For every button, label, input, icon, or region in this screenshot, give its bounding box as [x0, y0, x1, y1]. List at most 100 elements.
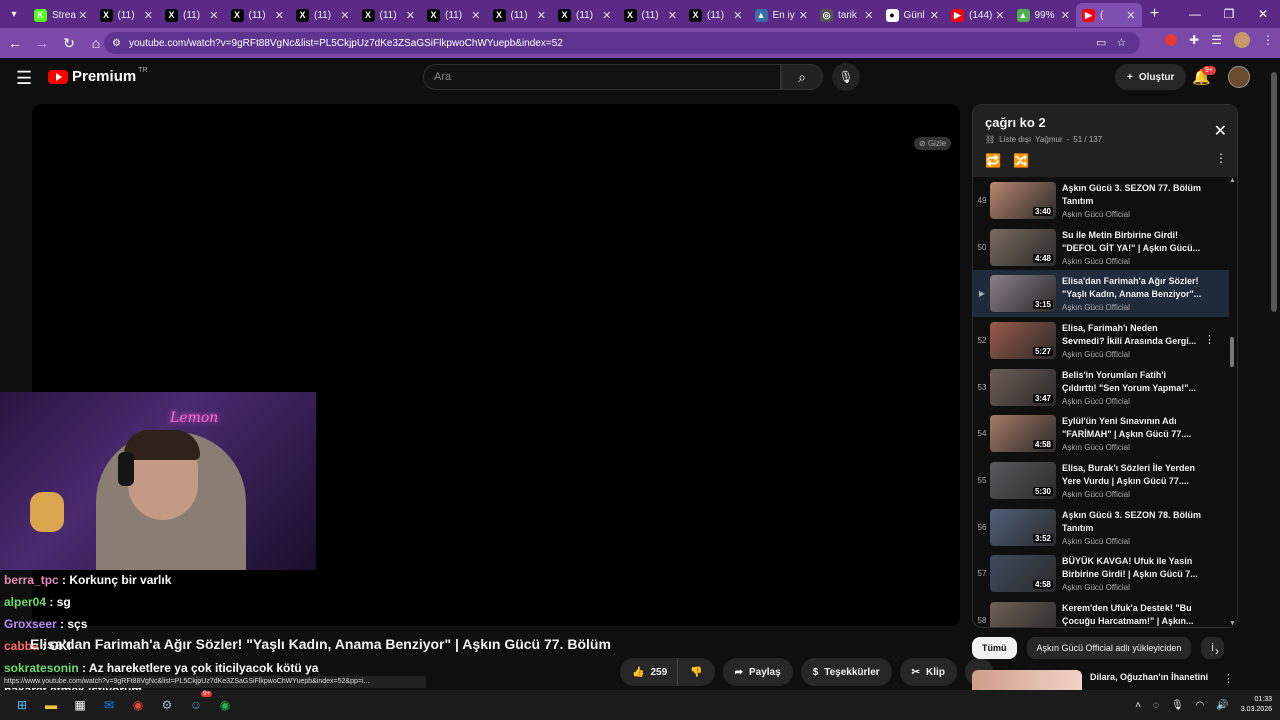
scroll-down-icon[interactable]: ▼	[1229, 620, 1236, 627]
voice-search-button[interactable]: 🎙	[832, 63, 860, 91]
playlist-item[interactable]: 57 4:58 BÜYÜK KAVGA! Ufuk ile Yasin Birbir…	[973, 551, 1229, 598]
youtube-logo[interactable]: Premium TR	[48, 67, 148, 85]
dislike-button[interactable]: 👎	[677, 658, 715, 686]
playlist-item-title[interactable]: Aşkın Gücü 3. SEZON 78. Bölüm Tanıtım	[1062, 509, 1202, 535]
playlist-item-title[interactable]: Kerem'den Ufuk'a Destek! "Bu Çocuğu Harc…	[1062, 602, 1202, 627]
playlist-item[interactable]: ▶ 3:15 Elisa'dan Farimah'a Ağır Sözler! "Y…	[973, 270, 1229, 318]
chrome-icon[interactable]: ◉	[126, 693, 150, 717]
new-tab-button[interactable]: +	[1142, 5, 1168, 23]
site-info-icon[interactable]: ⚙	[112, 38, 121, 49]
browser-tab[interactable]: X (11) ✕	[421, 3, 487, 27]
search-input[interactable]	[434, 71, 780, 83]
scroll-up-icon[interactable]: ▲	[1229, 177, 1236, 184]
page-scrollbar[interactable]	[1268, 58, 1280, 690]
chip-uploader[interactable]: Aşkın Gücü Official adlı yükleyiciden	[1026, 637, 1192, 659]
chip-partial[interactable]: İ	[1201, 637, 1224, 659]
store-icon[interactable]: ▦	[68, 693, 92, 717]
volume-icon[interactable]: 🔊	[1216, 700, 1228, 711]
chip-next-icon[interactable]: ›	[1215, 644, 1219, 658]
loop-icon[interactable]: 🔁	[985, 153, 1001, 169]
system-clock[interactable]: 01:33 3.03.2026	[1241, 695, 1272, 715]
reload-icon[interactable]: ↻	[57, 35, 81, 52]
recommendation-menu-icon[interactable]: ⋮	[1223, 672, 1234, 685]
hide-overlay-button[interactable]: ⊘ Gizle	[914, 137, 952, 150]
page-scroll-thumb[interactable]	[1271, 72, 1277, 312]
playlist-item[interactable]: 53 3:47 Belis'in Yorumları Fatih'i Çıldırt…	[973, 364, 1229, 411]
recommendation-item[interactable]: Dilara, Oğuzhan'ın İhanetini ⋮	[972, 670, 1238, 692]
chat-username[interactable]: Groxseer	[4, 617, 57, 631]
playlist-item[interactable]: 55 5:30 Elisa, Burak'ı Sözleri İle Yerden …	[973, 457, 1229, 504]
file-explorer-icon[interactable]: ▬	[39, 693, 63, 717]
browser-menu-icon[interactable]: ⋮	[1262, 33, 1274, 47]
browser-tab[interactable]: ▶ (✕	[1076, 3, 1142, 27]
browser-tab[interactable]: ◎ tarik ✕	[814, 3, 880, 27]
account-avatar[interactable]	[1228, 66, 1250, 88]
browser-tab[interactable]: X (11) ✕	[487, 3, 553, 27]
playlist-item[interactable]: 52 5:27 Elisa, Farimah'ı Neden Sevmedi? İk…	[973, 317, 1229, 364]
profile-avatar[interactable]	[1234, 32, 1250, 48]
browser-tab[interactable]: X (11) ✕	[290, 3, 356, 27]
chat-username[interactable]: berra_tpc	[4, 573, 59, 587]
close-tab-icon[interactable]: ✕	[340, 9, 349, 22]
playlist-scrollbar[interactable]: ▲ ▼	[1229, 177, 1236, 627]
close-tab-icon[interactable]: ✕	[995, 9, 1004, 22]
playlist-item[interactable]: 56 3:52 Aşkın Gücü 3. SEZON 78. Bölüm Tanı…	[973, 504, 1229, 551]
outlook-icon[interactable]: ✉	[97, 693, 121, 717]
browser-tab[interactable]: X (11) ✕	[552, 3, 618, 27]
playlist-item-title[interactable]: Elisa'dan Farimah'a Ağır Sözler! "Yaşlı …	[1062, 275, 1202, 301]
playlist-menu-icon[interactable]: ⋮	[1215, 151, 1227, 165]
clip-button[interactable]: ✂ Klip	[899, 658, 957, 686]
tray-app-icon[interactable]: ◌	[1153, 700, 1159, 711]
chat-username[interactable]: alper04	[4, 595, 46, 609]
close-tab-icon[interactable]: ✕	[275, 9, 284, 22]
playlist-item-thumbnail[interactable]: 4:58	[990, 415, 1056, 453]
browser-tab[interactable]: K Strea ✕	[28, 3, 94, 27]
discord-icon[interactable]: ☺ 9+	[184, 691, 212, 717]
close-window-icon[interactable]: ✕	[1246, 7, 1280, 21]
browser-tab[interactable]: ● Günl ✕	[880, 3, 946, 27]
url-field[interactable]: ⚙ youtube.com/watch?v=9gRFt88VgNc&list=P…	[104, 32, 1140, 54]
recommendation-title[interactable]: Dilara, Oğuzhan'ın İhanetini	[1090, 672, 1215, 690]
playlist-item-thumbnail[interactable]: 3:52	[990, 508, 1056, 546]
playlist-item-thumbnail[interactable]: 4:48	[990, 228, 1056, 266]
close-playlist-icon[interactable]: ✕	[1214, 121, 1227, 141]
steam-icon[interactable]: ⚙	[155, 693, 179, 717]
playlist-owner[interactable]: Yağmur	[1035, 135, 1062, 144]
playlist-item-title[interactable]: Belis'in Yorumları Fatih'i Çıldırttı! "S…	[1062, 369, 1202, 395]
playlist-item[interactable]: 49 3:40 Aşkın Gücü 3. SEZON 77. Bölüm Tanı…	[973, 177, 1229, 224]
item-menu-icon[interactable]: ⋮	[1204, 333, 1215, 346]
thanks-button[interactable]: $ Teşekkürler	[800, 658, 892, 686]
browser-tab[interactable]: X (11) ✕	[356, 3, 422, 27]
create-button[interactable]: + Oluştur	[1115, 64, 1187, 90]
forward-icon[interactable]: →	[30, 35, 54, 51]
close-tab-icon[interactable]: ✕	[668, 9, 677, 22]
extension-red-icon[interactable]	[1165, 34, 1178, 46]
bookmark-star-icon[interactable]: ☆	[1116, 36, 1126, 49]
tray-chevron-icon[interactable]: ˄	[1135, 700, 1141, 711]
scroll-thumb[interactable]	[1230, 337, 1234, 367]
reading-list-icon[interactable]: ☰	[1211, 33, 1222, 47]
playlist-item-title[interactable]: Elisa, Burak'ı Sözleri İle Yerden Yere V…	[1062, 462, 1202, 488]
playlist-item-title[interactable]: Eylül'ün Yeni Sınavının Adı "FARİMAH" | …	[1062, 415, 1202, 441]
cast-icon[interactable]: ▭	[1096, 36, 1106, 49]
maximize-icon[interactable]: ❐	[1212, 7, 1246, 21]
minimize-icon[interactable]: —	[1178, 7, 1212, 21]
playlist-item-title[interactable]: Elisa, Farimah'ı Neden Sevmedi? İkili Ar…	[1062, 322, 1202, 348]
browser-tab[interactable]: X (11) ✕	[225, 3, 291, 27]
close-tab-icon[interactable]: ✕	[209, 9, 218, 22]
tray-mic-icon[interactable]: 🎙	[1171, 700, 1184, 711]
close-tab-icon[interactable]: ✕	[864, 9, 873, 22]
close-tab-icon[interactable]: ✕	[471, 9, 480, 22]
playlist-item-thumbnail[interactable]: 5:27	[990, 321, 1056, 359]
close-tab-icon[interactable]: ✕	[930, 9, 939, 22]
playlist-item[interactable]: 54 4:58 Eylül'ün Yeni Sınavının Adı "FARİM…	[973, 410, 1229, 457]
hamburger-menu-icon[interactable]: ☰	[16, 68, 32, 89]
windows-start-icon[interactable]: ⊞	[10, 693, 34, 717]
playlist-item-thumbnail[interactable]: 5:30	[990, 461, 1056, 499]
browser-tab[interactable]: ▲ En iy ✕	[749, 3, 815, 27]
extensions-puzzle-icon[interactable]: ✚	[1189, 33, 1199, 47]
search-button[interactable]: ⌕	[781, 64, 823, 90]
playlist-item-thumbnail[interactable]: 4:41	[990, 602, 1056, 627]
browser-tab[interactable]: X (11) ✕	[159, 3, 225, 27]
close-tab-icon[interactable]: ✕	[406, 9, 415, 22]
